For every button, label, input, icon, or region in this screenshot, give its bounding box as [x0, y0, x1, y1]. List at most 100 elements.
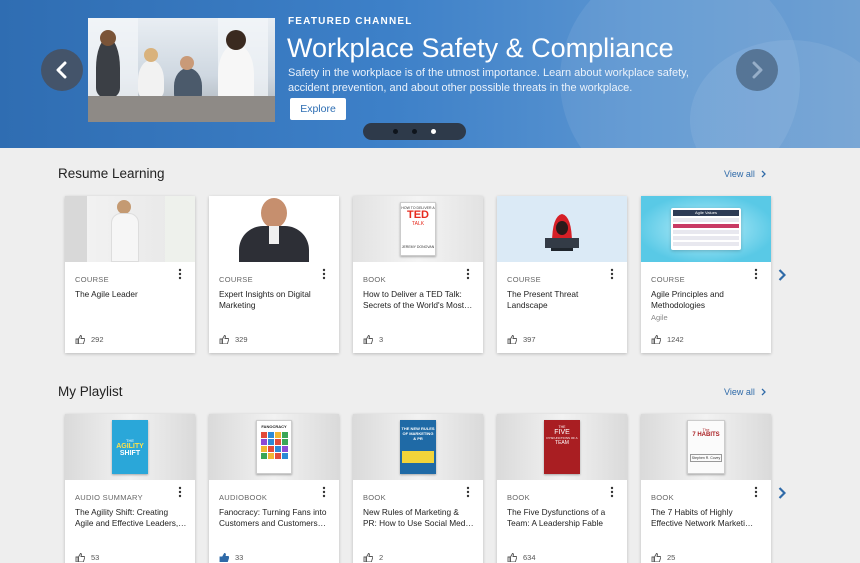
content-card[interactable]: THE NEW RULES OF MARKETING & PR BOOK New… [353, 414, 483, 563]
card-likes[interactable]: 53 [75, 553, 99, 562]
person-head [144, 48, 158, 62]
book-cover-text: AGILITY [116, 442, 144, 450]
shirt-grid [260, 432, 288, 459]
resume-next-button[interactable] [775, 267, 789, 283]
carousel-prev-button[interactable] [41, 49, 83, 91]
content-card[interactable]: THE FIVE DYSFUNCTIONS OF A TEAM BOOK The… [497, 414, 627, 563]
content-card[interactable]: FANOCRACY AUDIOBOOK Fanocracy: Turning F… [209, 414, 339, 563]
card-title[interactable]: How to Deliver a TED Talk: Secrets of th… [363, 289, 475, 311]
thumbs-up-icon [363, 335, 373, 344]
card-likes[interactable]: 33 [219, 553, 243, 562]
card-title[interactable]: The Present Threat Landscape [507, 289, 619, 311]
content-card[interactable]: THE AGILITY SHIFT AUDIO SUMMARY The Agil… [65, 414, 195, 563]
more-options-icon[interactable] [321, 268, 327, 280]
content-card[interactable]: COURSE The Agile Leader 292 [65, 196, 195, 353]
more-options-icon[interactable] [177, 486, 183, 498]
section-title-resume-learning: Resume Learning [58, 166, 165, 181]
slide-header: Agile Values [673, 210, 739, 216]
card-likes[interactable]: 397 [507, 335, 536, 344]
card-likes[interactable]: 3 [363, 335, 383, 344]
card-likes[interactable]: 2 [363, 553, 383, 562]
shirt-shape [269, 226, 279, 244]
book-cover: FANOCRACY [256, 420, 292, 474]
view-all-playlist-link[interactable]: View all [724, 387, 766, 397]
book-cover-text: SHIFT [119, 449, 141, 457]
more-options-icon[interactable] [609, 486, 615, 498]
card-type: BOOK [507, 493, 530, 502]
my-playlist-row: THE AGILITY SHIFT AUDIO SUMMARY The Agil… [65, 414, 771, 563]
card-title[interactable]: New Rules of Marketing & PR: How to Use … [363, 507, 475, 529]
slide-row [673, 218, 739, 222]
card-title[interactable]: The Five Dysfunctions of a Team: A Leade… [507, 507, 619, 529]
card-likes[interactable]: 634 [507, 553, 536, 562]
book-cover: THE NEW RULES OF MARKETING & PR [400, 420, 436, 474]
playlist-next-button[interactable] [775, 485, 789, 501]
card-type: COURSE [651, 275, 685, 284]
more-options-icon[interactable] [753, 268, 759, 280]
person-head [117, 200, 131, 214]
person-figure [111, 213, 139, 262]
hero-label: FEATURED CHANNEL [288, 16, 413, 27]
card-likes[interactable]: 1242 [651, 335, 684, 344]
book-cover: THE AGILITY SHIFT [112, 420, 148, 474]
chevron-left-icon [56, 61, 67, 79]
carousel-next-button[interactable] [736, 49, 778, 91]
more-options-icon[interactable] [465, 268, 471, 280]
featured-channel-banner: FEATURED CHANNEL Workplace Safety & Comp… [0, 0, 860, 148]
card-likes[interactable]: 329 [219, 335, 248, 344]
card-title[interactable]: The Agility Shift: Creating Agile and Ef… [75, 507, 187, 529]
likes-count: 397 [523, 335, 536, 344]
card-likes[interactable]: 25 [651, 553, 675, 562]
card-title[interactable]: Agile Principles and Methodologies [651, 289, 763, 311]
card-likes[interactable]: 292 [75, 335, 104, 344]
carousel-dot-active[interactable] [431, 129, 436, 134]
more-options-icon[interactable] [465, 486, 471, 498]
more-options-icon[interactable] [753, 486, 759, 498]
carousel-dot[interactable] [412, 129, 417, 134]
thumbs-up-icon [75, 335, 85, 344]
person-head [261, 198, 287, 228]
card-title[interactable]: Fanocracy: Turning Fans into Customers a… [219, 507, 331, 529]
card-title[interactable]: The 7 Habits of Highly Effective Network… [651, 507, 763, 529]
card-thumbnail: The 7 HABITS Stephen R. Covey [641, 414, 771, 480]
more-options-icon[interactable] [321, 486, 327, 498]
thumbs-up-icon [219, 335, 229, 344]
content-card[interactable]: COURSE Expert Insights on Digital Market… [209, 196, 339, 353]
book-cover-text: TEAM [555, 440, 569, 446]
content-card[interactable]: COURSE The Present Threat Landscape 397 [497, 196, 627, 353]
explore-button[interactable]: Explore [290, 98, 346, 120]
card-thumbnail: THE FIVE DYSFUNCTIONS OF A TEAM [497, 414, 627, 480]
card-title[interactable]: Expert Insights on Digital Marketing [219, 289, 331, 311]
card-thumbnail [497, 196, 627, 262]
view-all-label: View all [724, 387, 755, 397]
content-card[interactable]: HOW TO DELIVER A TED TALK JEREMY DONOVAN… [353, 196, 483, 353]
more-options-icon[interactable] [609, 268, 615, 280]
card-thumbnail: Agile Values [641, 196, 771, 262]
person-figure [96, 38, 120, 98]
card-thumbnail: THE NEW RULES OF MARKETING & PR [353, 414, 483, 480]
carousel-dot[interactable] [393, 129, 398, 134]
content-card[interactable]: Agile Values COURSE Agile Principles and… [641, 196, 771, 353]
card-title[interactable]: The Agile Leader [75, 289, 187, 300]
book-cover: The 7 HABITS Stephen R. Covey [687, 420, 725, 474]
card-channel[interactable]: Agile [651, 313, 668, 322]
likes-count: 1242 [667, 335, 684, 344]
content-card[interactable]: The 7 HABITS Stephen R. Covey BOOK The 7… [641, 414, 771, 563]
person-figure [218, 44, 254, 104]
section-title-my-playlist: My Playlist [58, 384, 123, 399]
thumbs-up-icon [507, 553, 517, 562]
cover-band [402, 451, 434, 463]
slide-row [673, 242, 739, 246]
view-all-resume-link[interactable]: View all [724, 169, 766, 179]
chevron-right-icon [752, 61, 763, 79]
more-options-icon[interactable] [177, 268, 183, 280]
person-head [100, 30, 116, 46]
thumbs-up-icon [651, 553, 661, 562]
card-thumbnail: FANOCRACY [209, 414, 339, 480]
card-type: COURSE [75, 275, 109, 284]
person-head [226, 30, 246, 50]
card-thumbnail: THE AGILITY SHIFT [65, 414, 195, 480]
wall-shape [65, 196, 87, 262]
carousel-indicator [363, 123, 466, 140]
chevron-right-icon [778, 269, 786, 281]
